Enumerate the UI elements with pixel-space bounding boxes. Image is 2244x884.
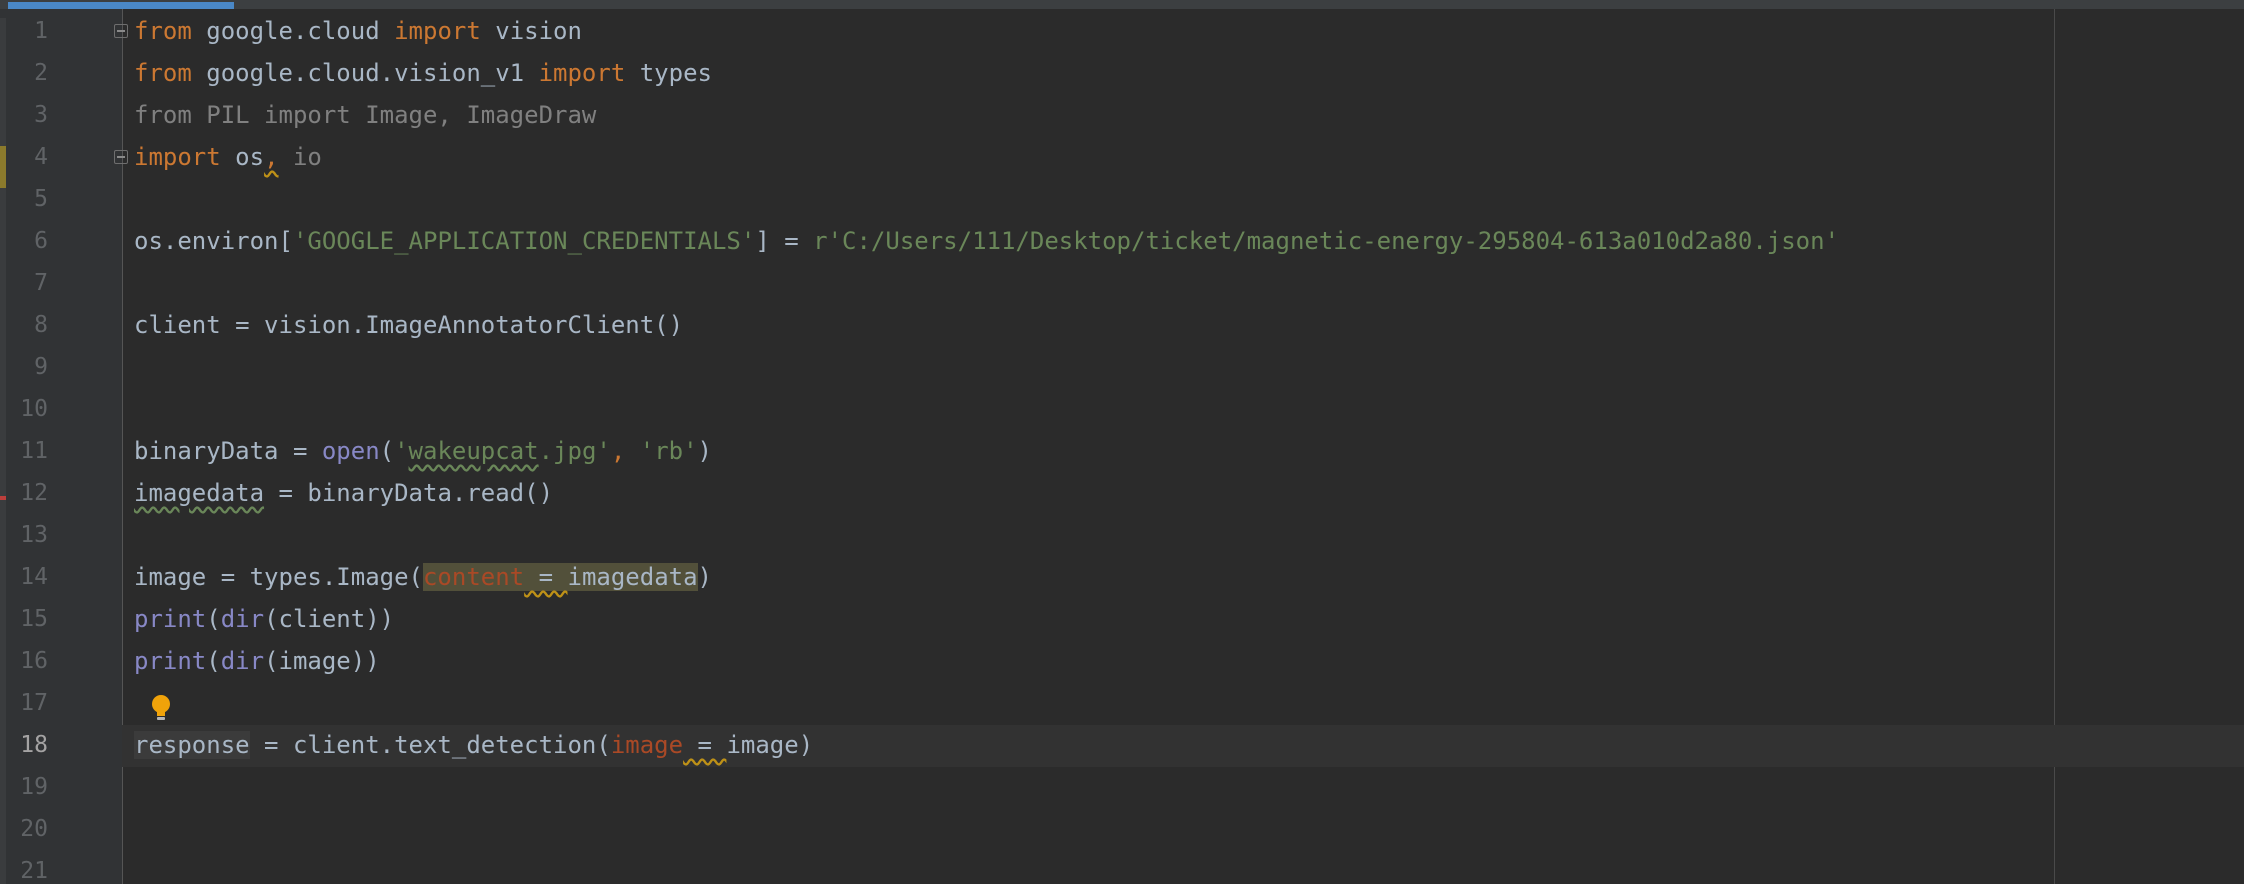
code-text: google.cloud (191, 17, 395, 45)
line-number: 3 (34, 102, 48, 128)
unused-import-text: from PIL import Image, ImageDraw (134, 101, 597, 129)
code-text: = binaryData.read() (264, 479, 554, 507)
code-line-3[interactable]: from PIL import Image, ImageDraw (134, 94, 596, 136)
code-text: client = vision.ImageAnnotatorClient() (134, 311, 684, 339)
code-line-12[interactable]: imagedata = binaryData.read() (134, 472, 553, 514)
line-number: 8 (34, 312, 48, 338)
fold-marker-icon[interactable] (114, 24, 128, 38)
code-text: vision (480, 17, 582, 45)
code-line-16[interactable]: print(dir(image)) (134, 640, 380, 682)
typo-identifier: imagedata (134, 479, 265, 507)
string-literal: 'GOOGLE_APPLICATION_CREDENTIALS' (292, 227, 756, 255)
builtin-function: print (134, 647, 207, 675)
line-number: 15 (20, 606, 48, 632)
builtin-function: print (134, 605, 207, 633)
code-text: ) (798, 731, 814, 759)
keyword: from (134, 59, 192, 87)
comma-warning: , (264, 143, 279, 171)
line-number: 5 (34, 186, 48, 212)
code-line-18[interactable]: response = client.text_detection(image =… (134, 724, 813, 766)
code-text: (client)) (264, 605, 395, 633)
string-literal: ' (394, 437, 409, 465)
code-text: ( (379, 437, 395, 465)
code-text: os.environ[ (134, 227, 293, 255)
keyword: import (394, 17, 481, 45)
code-text: ( (206, 605, 221, 633)
string-literal: r'C:/Users/111/Desktop/ticket/magnetic-e… (813, 227, 1840, 255)
code-text: = (683, 731, 727, 759)
builtin-function: open (321, 437, 380, 465)
string-literal-typo: wakeupcat (408, 437, 539, 465)
string-literal: 'rb' (639, 437, 698, 465)
comma: , (610, 437, 640, 465)
keyword-argument: content (422, 563, 525, 591)
line-number: 9 (34, 354, 48, 380)
line-number-current: 18 (20, 732, 48, 758)
code-text: types (625, 59, 712, 87)
keyword: import (538, 59, 626, 87)
code-text: os (220, 143, 265, 171)
code-line-2[interactable]: from google.cloud.vision_v1 import types (134, 52, 712, 94)
line-number: 12 (20, 480, 48, 506)
code-text: binaryData = (134, 437, 322, 465)
line-number: 19 (20, 774, 48, 800)
builtin-function: dir (220, 605, 265, 633)
line-number: 17 (20, 690, 48, 716)
code-line-15[interactable]: print(dir(client)) (134, 598, 394, 640)
line-number: 1 (34, 18, 48, 44)
code-text: ) (697, 437, 712, 465)
code-line-1[interactable]: from google.cloud import vision (134, 10, 582, 52)
identifier-highlight: response (134, 731, 250, 759)
code-line-11[interactable]: binaryData = open('wakeupcat.jpg', 'rb') (134, 430, 712, 472)
progress-bar (8, 2, 234, 9)
code-text: google.cloud.vision_v1 (191, 59, 539, 87)
keyword-argument: image (610, 731, 684, 759)
code-line-8[interactable]: client = vision.ImageAnnotatorClient() (134, 304, 683, 346)
string-literal: .jpg' (538, 437, 611, 465)
line-number: 14 (20, 564, 48, 590)
code-text: (image)) (264, 647, 380, 675)
line-number: 4 (34, 144, 48, 170)
code-text: image = types.Image( (134, 563, 423, 591)
line-number: 20 (20, 816, 48, 842)
keyword: from (134, 17, 192, 45)
code-text: imagedata (567, 563, 698, 591)
line-number: 11 (20, 438, 48, 464)
code-text: ] = (755, 227, 814, 255)
code-text: image (726, 731, 799, 759)
code-text: = client.text_detection( (249, 731, 611, 759)
line-number: 16 (20, 648, 48, 674)
line-number: 6 (34, 228, 48, 254)
code-line-6[interactable]: os.environ['GOOGLE_APPLICATION_CREDENTIA… (134, 220, 1839, 262)
code-line-14[interactable]: image = types.Image(content = imagedata) (134, 556, 712, 598)
keyword: import (134, 143, 221, 171)
lightbulb-icon[interactable] (150, 694, 172, 722)
fold-marker-icon[interactable] (114, 150, 128, 164)
code-text: = (524, 563, 568, 591)
line-number: 7 (34, 270, 48, 296)
editor-top-strip (0, 0, 2244, 9)
line-number: 21 (20, 858, 48, 884)
code-editor[interactable]: 1 2 3 4 5 6 7 8 9 10 11 12 13 14 15 16 1… (0, 0, 2244, 884)
line-number: 13 (20, 522, 48, 548)
code-line-4[interactable]: import os, io (134, 136, 322, 178)
code-text: ) (697, 563, 712, 591)
builtin-function: dir (220, 647, 265, 675)
unused-import-text: io (278, 143, 322, 171)
code-text: ( (206, 647, 221, 675)
line-number: 2 (34, 60, 48, 86)
line-number-gutter[interactable]: 1 2 3 4 5 6 7 8 9 10 11 12 13 14 15 16 1… (0, 9, 128, 884)
line-number: 10 (20, 396, 48, 422)
